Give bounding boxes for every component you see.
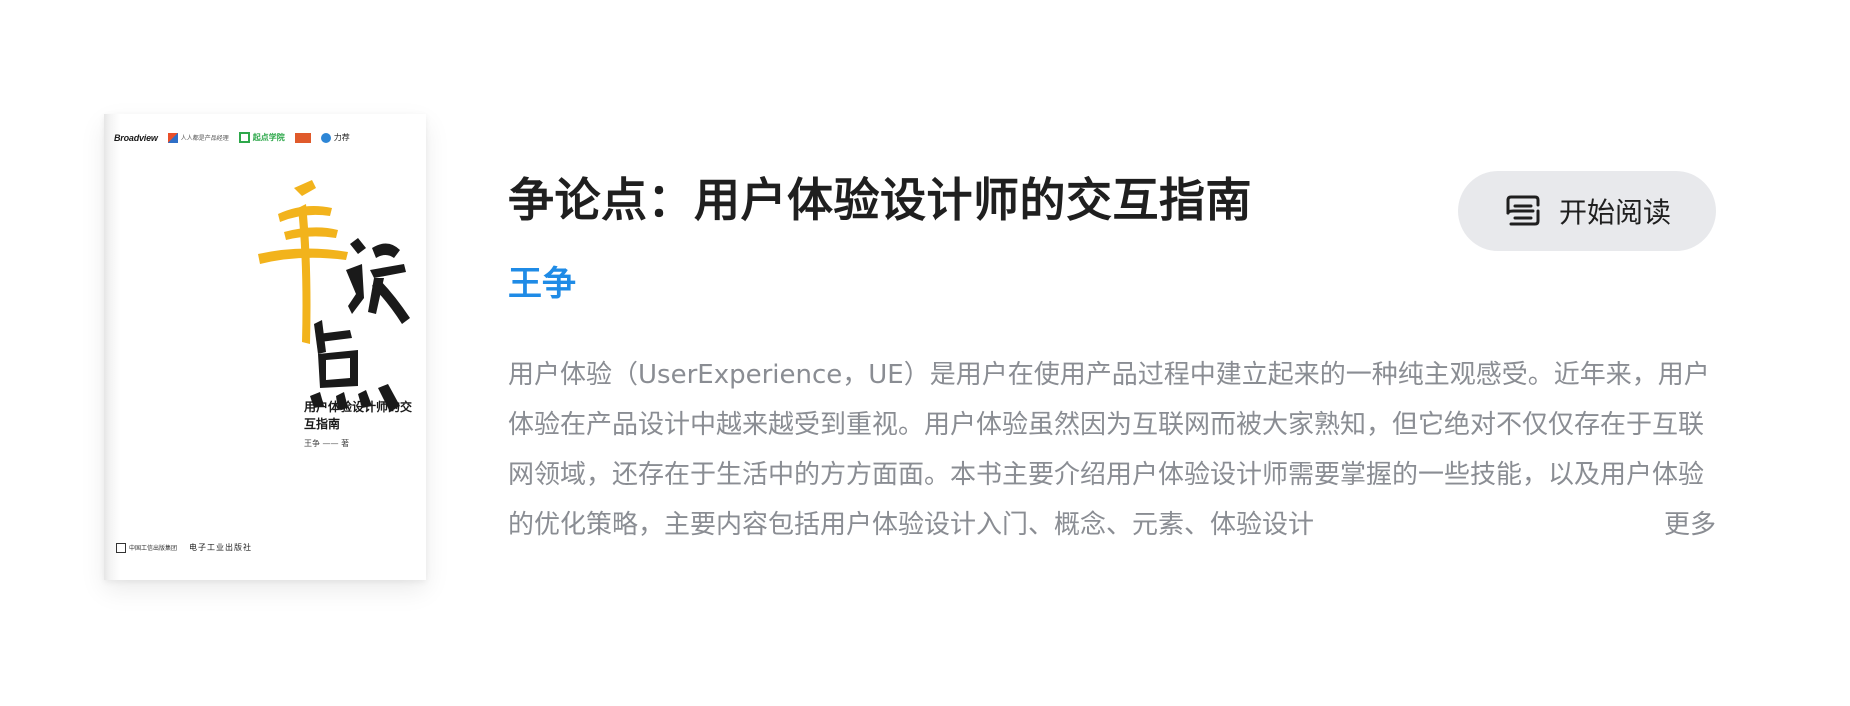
book-cover[interactable]: Broadview 人人都是产品经理 起点学院 力荐 用户体验设计师的交互指南 …	[104, 114, 426, 580]
liji-logo: 力荐	[320, 132, 350, 143]
book-description: 用户体验（UserExperience，UE）是用户在使用产品过程中建立起来的一…	[508, 360, 1710, 540]
liji-logo-icon	[320, 132, 331, 143]
start-reading-button[interactable]: 开始阅读	[1458, 171, 1716, 251]
cover-calligraphy-art	[258, 180, 410, 412]
publisher-group-1: 中国工信出版集团	[116, 542, 177, 553]
broadview-logo: Broadview	[114, 132, 158, 143]
cover-spine	[104, 114, 120, 580]
more-link[interactable]: 更多	[1660, 500, 1717, 550]
cover-publishers: 中国工信出版集团 电子工业出版社	[116, 542, 252, 553]
qidian-logo-icon	[238, 132, 250, 143]
cover-author: 王争 —— 著	[304, 439, 350, 448]
uisdc-logo-icon	[294, 132, 311, 143]
book-title: 争论点：用户体验设计师的交互指南	[508, 173, 1252, 227]
renren-logo: 人人都是产品经理	[167, 132, 229, 143]
book-author-link[interactable]: 王争	[508, 256, 576, 305]
qidian-logo: 起点学院	[238, 132, 285, 143]
publisher-logo-icon	[116, 542, 126, 553]
publisher-2: 电子工业出版社	[189, 543, 253, 552]
renren-logo-icon	[167, 132, 178, 143]
description-fade	[1540, 500, 1660, 550]
start-reading-label: 开始阅读	[1558, 196, 1671, 229]
read-icon	[1506, 195, 1540, 226]
cover-subtitle: 用户体验设计师的交互指南	[304, 400, 413, 431]
cover-publisher-logos: Broadview 人人都是产品经理 起点学院 力荐	[114, 132, 350, 143]
